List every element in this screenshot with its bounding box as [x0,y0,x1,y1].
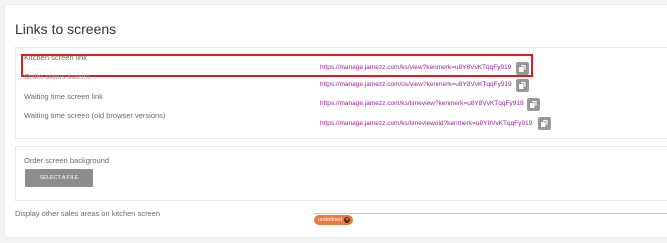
section-title: Links to screens [15,21,117,37]
waiting-time-old-link[interactable]: https://manage.jamezz.com/ks/timeviewold… [320,120,532,127]
copy-icon [540,119,549,128]
copy-kitchen-link-button[interactable] [516,62,529,75]
copy-order-status-link-button[interactable] [516,79,529,92]
copy-icon [529,100,538,109]
copy-icon [518,64,527,73]
links-box: Kitchen screen link https://manage.jamez… [15,47,667,139]
sales-areas-field[interactable] [313,213,667,214]
select-file-button[interactable]: SELECT A FILE [25,169,93,187]
copy-waiting-time-link-button[interactable] [527,98,540,111]
kitchen-screen-label: Kitchen screen link [24,53,87,62]
copy-waiting-time-old-link-button[interactable] [538,117,551,130]
sales-area-tag: undefined × [314,215,354,225]
order-status-label: Order status screen [24,72,90,81]
background-box: Order screen background SELECT A FILE [15,146,667,201]
waiting-time-label: Waiting time screen link [24,92,103,101]
kitchen-screen-link[interactable]: https://manage.jamezz.com/ks/view?kenmer… [320,64,511,71]
waiting-time-link[interactable]: https://manage.jamezz.com/ks/timeview?ke… [320,100,524,107]
waiting-time-old-label: Waiting time screen (old browser version… [24,111,166,120]
screens-panel: Links to screens Kitchen screen link htt… [5,5,667,237]
order-status-link[interactable]: https://manage.jamezz.com/os/view?kenmer… [320,81,512,88]
other-sales-areas-label: Display other sales areas on kitchen scr… [15,209,161,218]
copy-icon [518,81,527,90]
sales-area-tag-label: undefined [318,217,343,223]
order-screen-background-label: Order screen background [24,156,110,165]
close-icon[interactable]: × [344,217,351,223]
